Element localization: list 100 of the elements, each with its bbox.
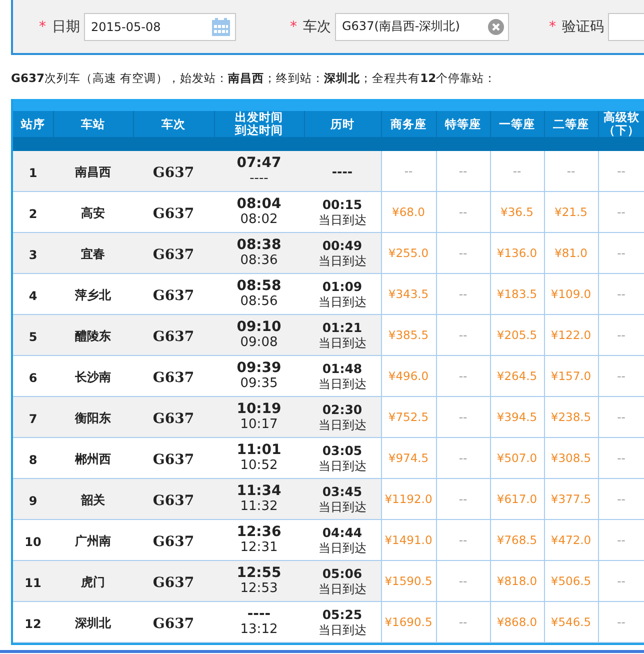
clear-icon[interactable] <box>488 18 504 34</box>
table-cell: G637 <box>152 246 194 262</box>
arrival-time: 10:17 <box>240 417 278 433</box>
departure-time: 08:58 <box>236 278 282 294</box>
table-cell: 广州南 <box>75 534 111 548</box>
duration: 02:30 <box>322 402 362 416</box>
price-cell: ¥1192.0 <box>384 492 432 506</box>
price-cell: -- <box>458 410 468 424</box>
price-cell: -- <box>617 451 626 465</box>
required-mark: * <box>549 18 556 34</box>
price-cell: ¥868.0 <box>496 615 538 629</box>
table-cell: 1 <box>28 166 38 180</box>
column-header: 特等座 <box>436 111 490 137</box>
price-cell: -- <box>617 164 626 178</box>
price-cell: -- <box>617 287 626 301</box>
table-cell: 3 <box>28 248 38 262</box>
arrival-note: 当日到达 <box>318 458 366 474</box>
arrival-time: 12:31 <box>240 540 278 556</box>
arrival-note: 当日到达 <box>318 294 366 310</box>
price-cell: -- <box>458 164 468 178</box>
table-cell: 4 <box>28 288 38 302</box>
table-cell: 高安 <box>81 206 105 220</box>
duration: 01:48 <box>322 360 362 376</box>
column-header: 站序 <box>13 111 53 137</box>
price-cell: -- <box>617 615 626 629</box>
arrival-note: 当日到达 <box>318 580 366 596</box>
price-cell: ¥238.5 <box>550 410 592 424</box>
price-cell: ¥264.5 <box>496 369 538 383</box>
table-cell: 醴陵东 <box>75 329 111 343</box>
captcha-field[interactable] <box>608 12 644 40</box>
price-cell: -- <box>458 574 468 588</box>
table-cell: 萍乡北 <box>75 288 111 302</box>
price-cell: ¥308.5 <box>550 451 592 465</box>
table-cell: 5 <box>28 330 38 344</box>
table-cell: 8 <box>28 452 38 466</box>
departure-time: ---- <box>247 606 271 622</box>
price-cell: ¥136.0 <box>496 246 538 260</box>
duration: 01:21 <box>322 320 362 334</box>
arrival-time: 10:52 <box>240 458 278 474</box>
price-cell: ¥1590.5 <box>384 574 432 588</box>
price-cell: ¥343.5 <box>388 287 429 301</box>
arrival-note: 当日到达 <box>318 252 366 268</box>
price-cell: -- <box>617 369 626 383</box>
arrival-time: 12:53 <box>240 581 278 597</box>
column-header: 车次 <box>133 111 214 137</box>
price-cell: -- <box>617 246 626 260</box>
price-cell: ¥36.5 <box>500 205 534 219</box>
table-cell: 郴州西 <box>75 452 111 466</box>
price-cell: ¥394.5 <box>496 410 538 424</box>
table-cell: 深圳北 <box>75 616 111 630</box>
column-header: 车站 <box>53 111 133 137</box>
table-cell: G637 <box>152 492 194 508</box>
duration: 00:49 <box>322 238 362 252</box>
price-cell: -- <box>617 205 626 219</box>
field-label: 车次 <box>303 18 331 36</box>
duration: 00:15 <box>322 196 362 212</box>
column-header: 商务座 <box>381 111 436 137</box>
table-cell: G637 <box>152 370 194 386</box>
table-cell: G637 <box>152 410 194 426</box>
calendar-icon[interactable] <box>211 16 231 36</box>
summary-text: G637次列车（高速 有空调），始发站：南昌西；终到站：深圳北；全程共有12个停靠站： <box>11 71 498 87</box>
required-mark: * <box>290 18 297 34</box>
field-label: 验证码 <box>562 18 604 36</box>
price-cell: ¥21.5 <box>554 205 588 219</box>
duration: ---- <box>332 164 353 178</box>
table-cell: 9 <box>28 494 38 508</box>
table-cell: 7 <box>28 412 38 426</box>
column-header: 高级软 （下） <box>598 111 644 137</box>
departure-time: 12:36 <box>236 524 282 540</box>
arrival-time: 08:36 <box>240 253 278 269</box>
train-field[interactable]: G637(南昌西-深圳北) <box>335 12 509 40</box>
table-cell: G637 <box>152 164 194 180</box>
table-cell: G637 <box>152 328 194 344</box>
arrival-note: 当日到达 <box>318 416 366 432</box>
date-field[interactable]: 2015-05-08 <box>84 12 236 40</box>
table-cell: 韶关 <box>81 493 105 507</box>
departure-time: 10:19 <box>236 401 282 417</box>
price-cell: -- <box>512 164 522 178</box>
arrival-note: 当日到达 <box>318 498 366 514</box>
arrival-note: 当日到达 <box>318 622 366 638</box>
table-cell: 南昌西 <box>75 165 111 179</box>
price-cell: -- <box>617 410 626 424</box>
price-cell: -- <box>458 328 468 342</box>
price-cell: ¥1690.5 <box>384 615 432 629</box>
table-cell: G637 <box>152 288 194 304</box>
arrival-note: 当日到达 <box>318 212 366 228</box>
table-cell: G637 <box>152 534 194 550</box>
price-cell: ¥507.0 <box>496 451 538 465</box>
price-cell: ¥546.5 <box>550 615 592 629</box>
price-cell: ¥205.5 <box>496 328 538 342</box>
price-cell: ¥1491.0 <box>384 533 432 547</box>
price-cell: ¥768.5 <box>496 533 538 547</box>
arrival-note: 当日到达 <box>318 334 366 350</box>
departure-time: 08:38 <box>236 237 282 253</box>
price-cell: ¥818.0 <box>496 574 538 588</box>
table-cell: 宜春 <box>81 247 105 261</box>
field-label: 日期 <box>52 18 80 36</box>
column-header: 出发时间 到达时间 <box>214 111 304 137</box>
price-cell: -- <box>617 533 626 547</box>
price-cell: ¥81.0 <box>554 246 588 260</box>
